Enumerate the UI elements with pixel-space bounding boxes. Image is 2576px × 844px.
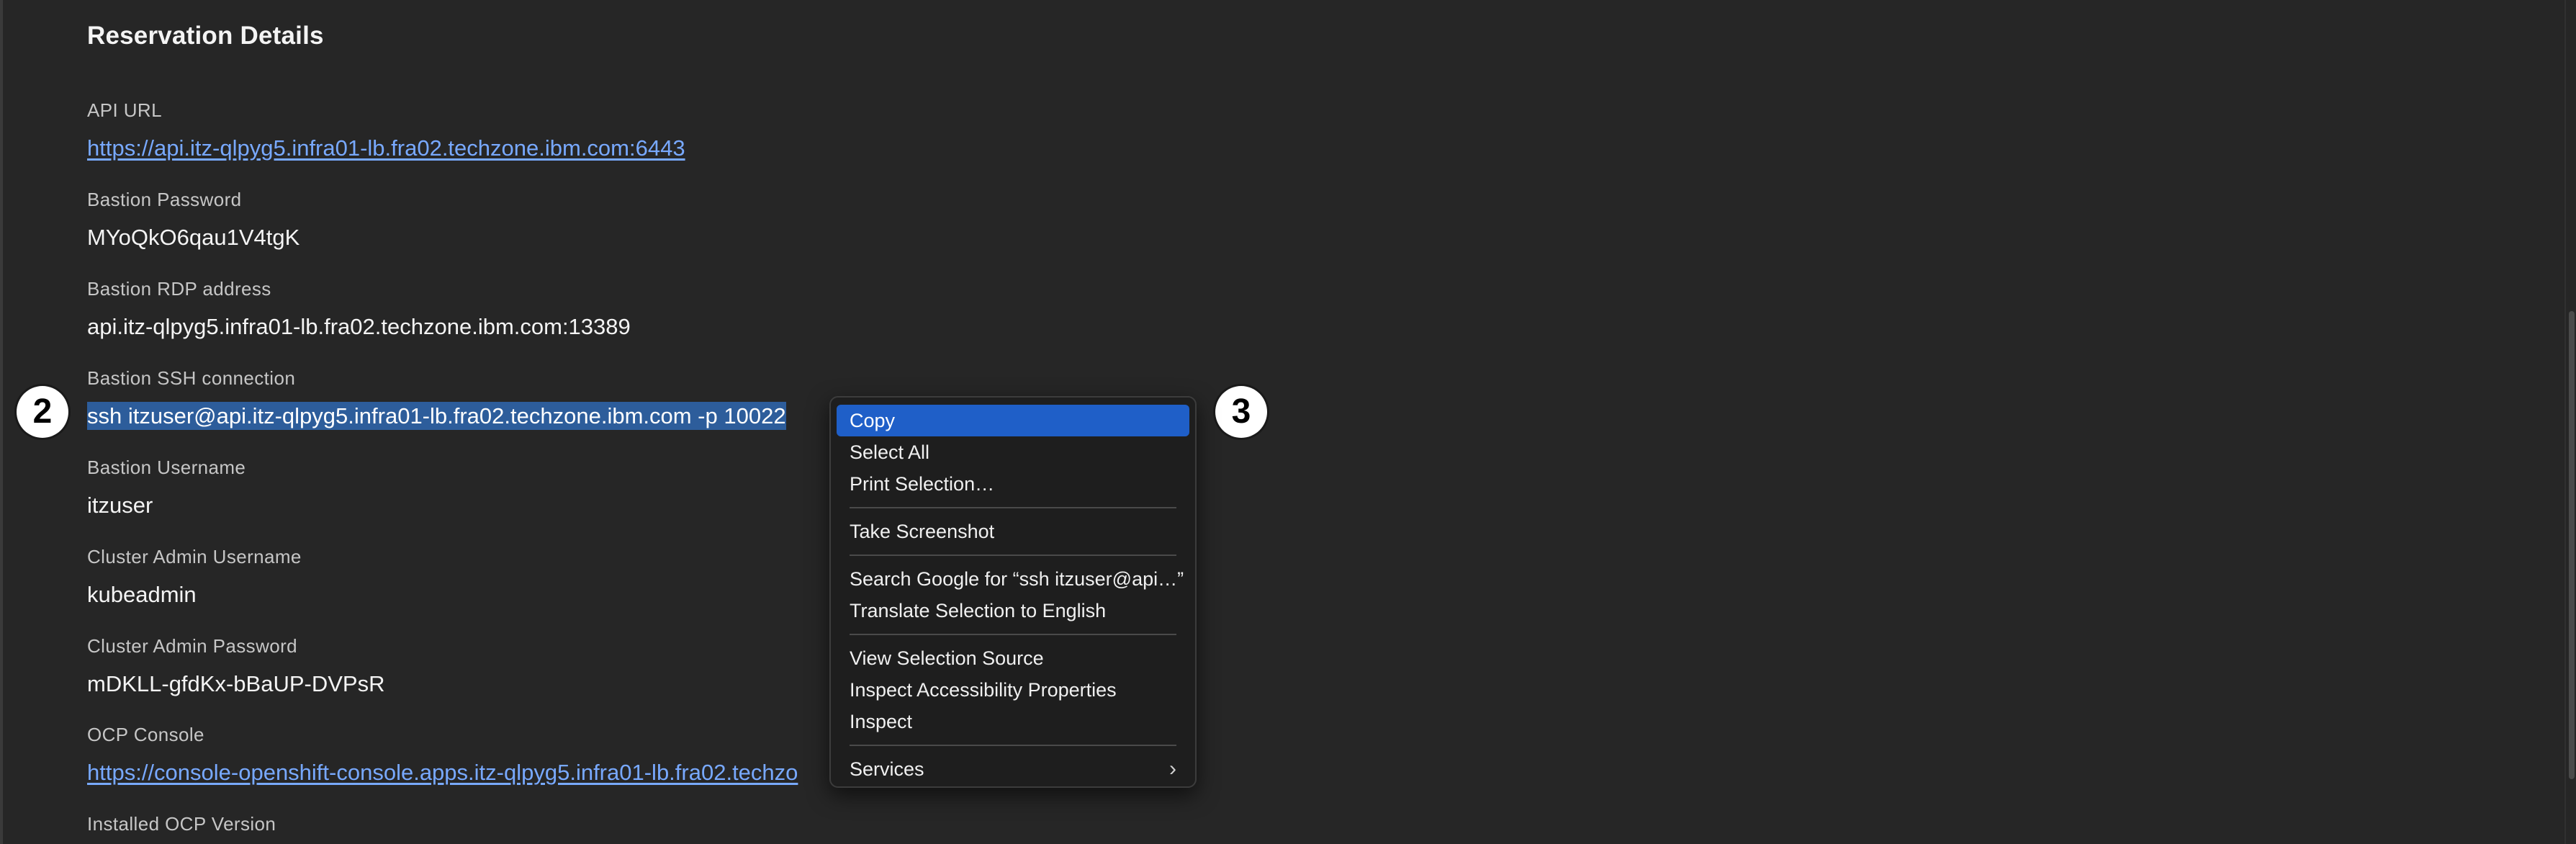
selected-text[interactable]: ssh itzuser@api.itz-qlpyg5.infra01-lb.fr… <box>87 402 786 430</box>
field-label: Bastion RDP address <box>87 278 271 300</box>
chevron-right-icon: › <box>1169 757 1176 781</box>
field-bastion-password: Bastion Password MYoQkO6qau1V4tgK <box>87 186 300 255</box>
context-menu: Copy Select All Print Selection… Take Sc… <box>829 396 1197 788</box>
scrollbar-thumb[interactable] <box>2569 311 2575 779</box>
field-value: kubeadmin <box>87 582 197 607</box>
menu-separator <box>850 634 1176 635</box>
field-label: Bastion Username <box>87 457 246 478</box>
field-value: ssh itzuser@api.itz-qlpyg5.infra01-lb.fr… <box>87 399 786 434</box>
field-label: Bastion SSH connection <box>87 367 296 389</box>
field-api-url: API URL https://api.itz-qlpyg5.infra01-l… <box>87 96 685 166</box>
field-label: OCP Console <box>87 724 204 745</box>
field-value: api.itz-qlpyg5.infra01-lb.fra02.techzone… <box>87 314 631 339</box>
menu-separator <box>850 745 1176 746</box>
annotation-badge-2: 2 <box>17 386 68 438</box>
menu-item-copy[interactable]: Copy <box>837 405 1189 436</box>
left-border <box>0 0 3 844</box>
page-title: Reservation Details <box>87 22 324 50</box>
field-value: itzuser <box>87 493 153 518</box>
field-bastion-username: Bastion Username itzuser <box>87 454 246 523</box>
menu-item-search-google[interactable]: Search Google for “ssh itzuser@api…” <box>837 563 1189 595</box>
menu-separator <box>850 555 1176 556</box>
field-cluster-admin-password: Cluster Admin Password mDKLL-gfdKx-bBaUP… <box>87 632 384 701</box>
menu-item-select-all[interactable]: Select All <box>837 436 1189 468</box>
annotation-badge-3: 3 <box>1215 386 1267 438</box>
field-ocp-console: OCP Console https://console-openshift-co… <box>87 721 798 790</box>
field-label: Cluster Admin Username <box>87 546 302 567</box>
field-value: MYoQkO6qau1V4tgK <box>87 225 300 250</box>
menu-item-inspect[interactable]: Inspect <box>837 706 1189 737</box>
field-label: Cluster Admin Password <box>87 635 298 657</box>
field-label: API URL <box>87 99 162 121</box>
field-installed-ocp-version: Installed OCP Version <box>87 810 276 838</box>
menu-item-print-selection[interactable]: Print Selection… <box>837 468 1189 500</box>
reservation-details-page: Reservation Details API URL https://api.… <box>0 0 2576 844</box>
menu-item-services[interactable]: Services › <box>837 753 1189 785</box>
field-cluster-admin-username: Cluster Admin Username kubeadmin <box>87 543 302 612</box>
menu-separator <box>850 507 1176 508</box>
ocp-console-link[interactable]: https://console-openshift-console.apps.i… <box>87 755 798 790</box>
field-bastion-rdp-address: Bastion RDP address api.itz-qlpyg5.infra… <box>87 275 631 344</box>
api-url-link[interactable]: https://api.itz-qlpyg5.infra01-lb.fra02.… <box>87 131 685 166</box>
field-bastion-ssh-connection: Bastion SSH connection ssh itzuser@api.i… <box>87 364 786 434</box>
menu-item-services-label: Services <box>850 758 924 780</box>
menu-item-translate-selection[interactable]: Translate Selection to English <box>837 595 1189 627</box>
menu-item-inspect-accessibility[interactable]: Inspect Accessibility Properties <box>837 674 1189 706</box>
menu-item-view-selection-source[interactable]: View Selection Source <box>837 642 1189 674</box>
field-label: Bastion Password <box>87 189 242 210</box>
field-value: mDKLL-gfdKx-bBaUP-DVPsR <box>87 671 385 696</box>
field-label: Installed OCP Version <box>87 813 276 835</box>
menu-item-take-screenshot[interactable]: Take Screenshot <box>837 516 1189 547</box>
